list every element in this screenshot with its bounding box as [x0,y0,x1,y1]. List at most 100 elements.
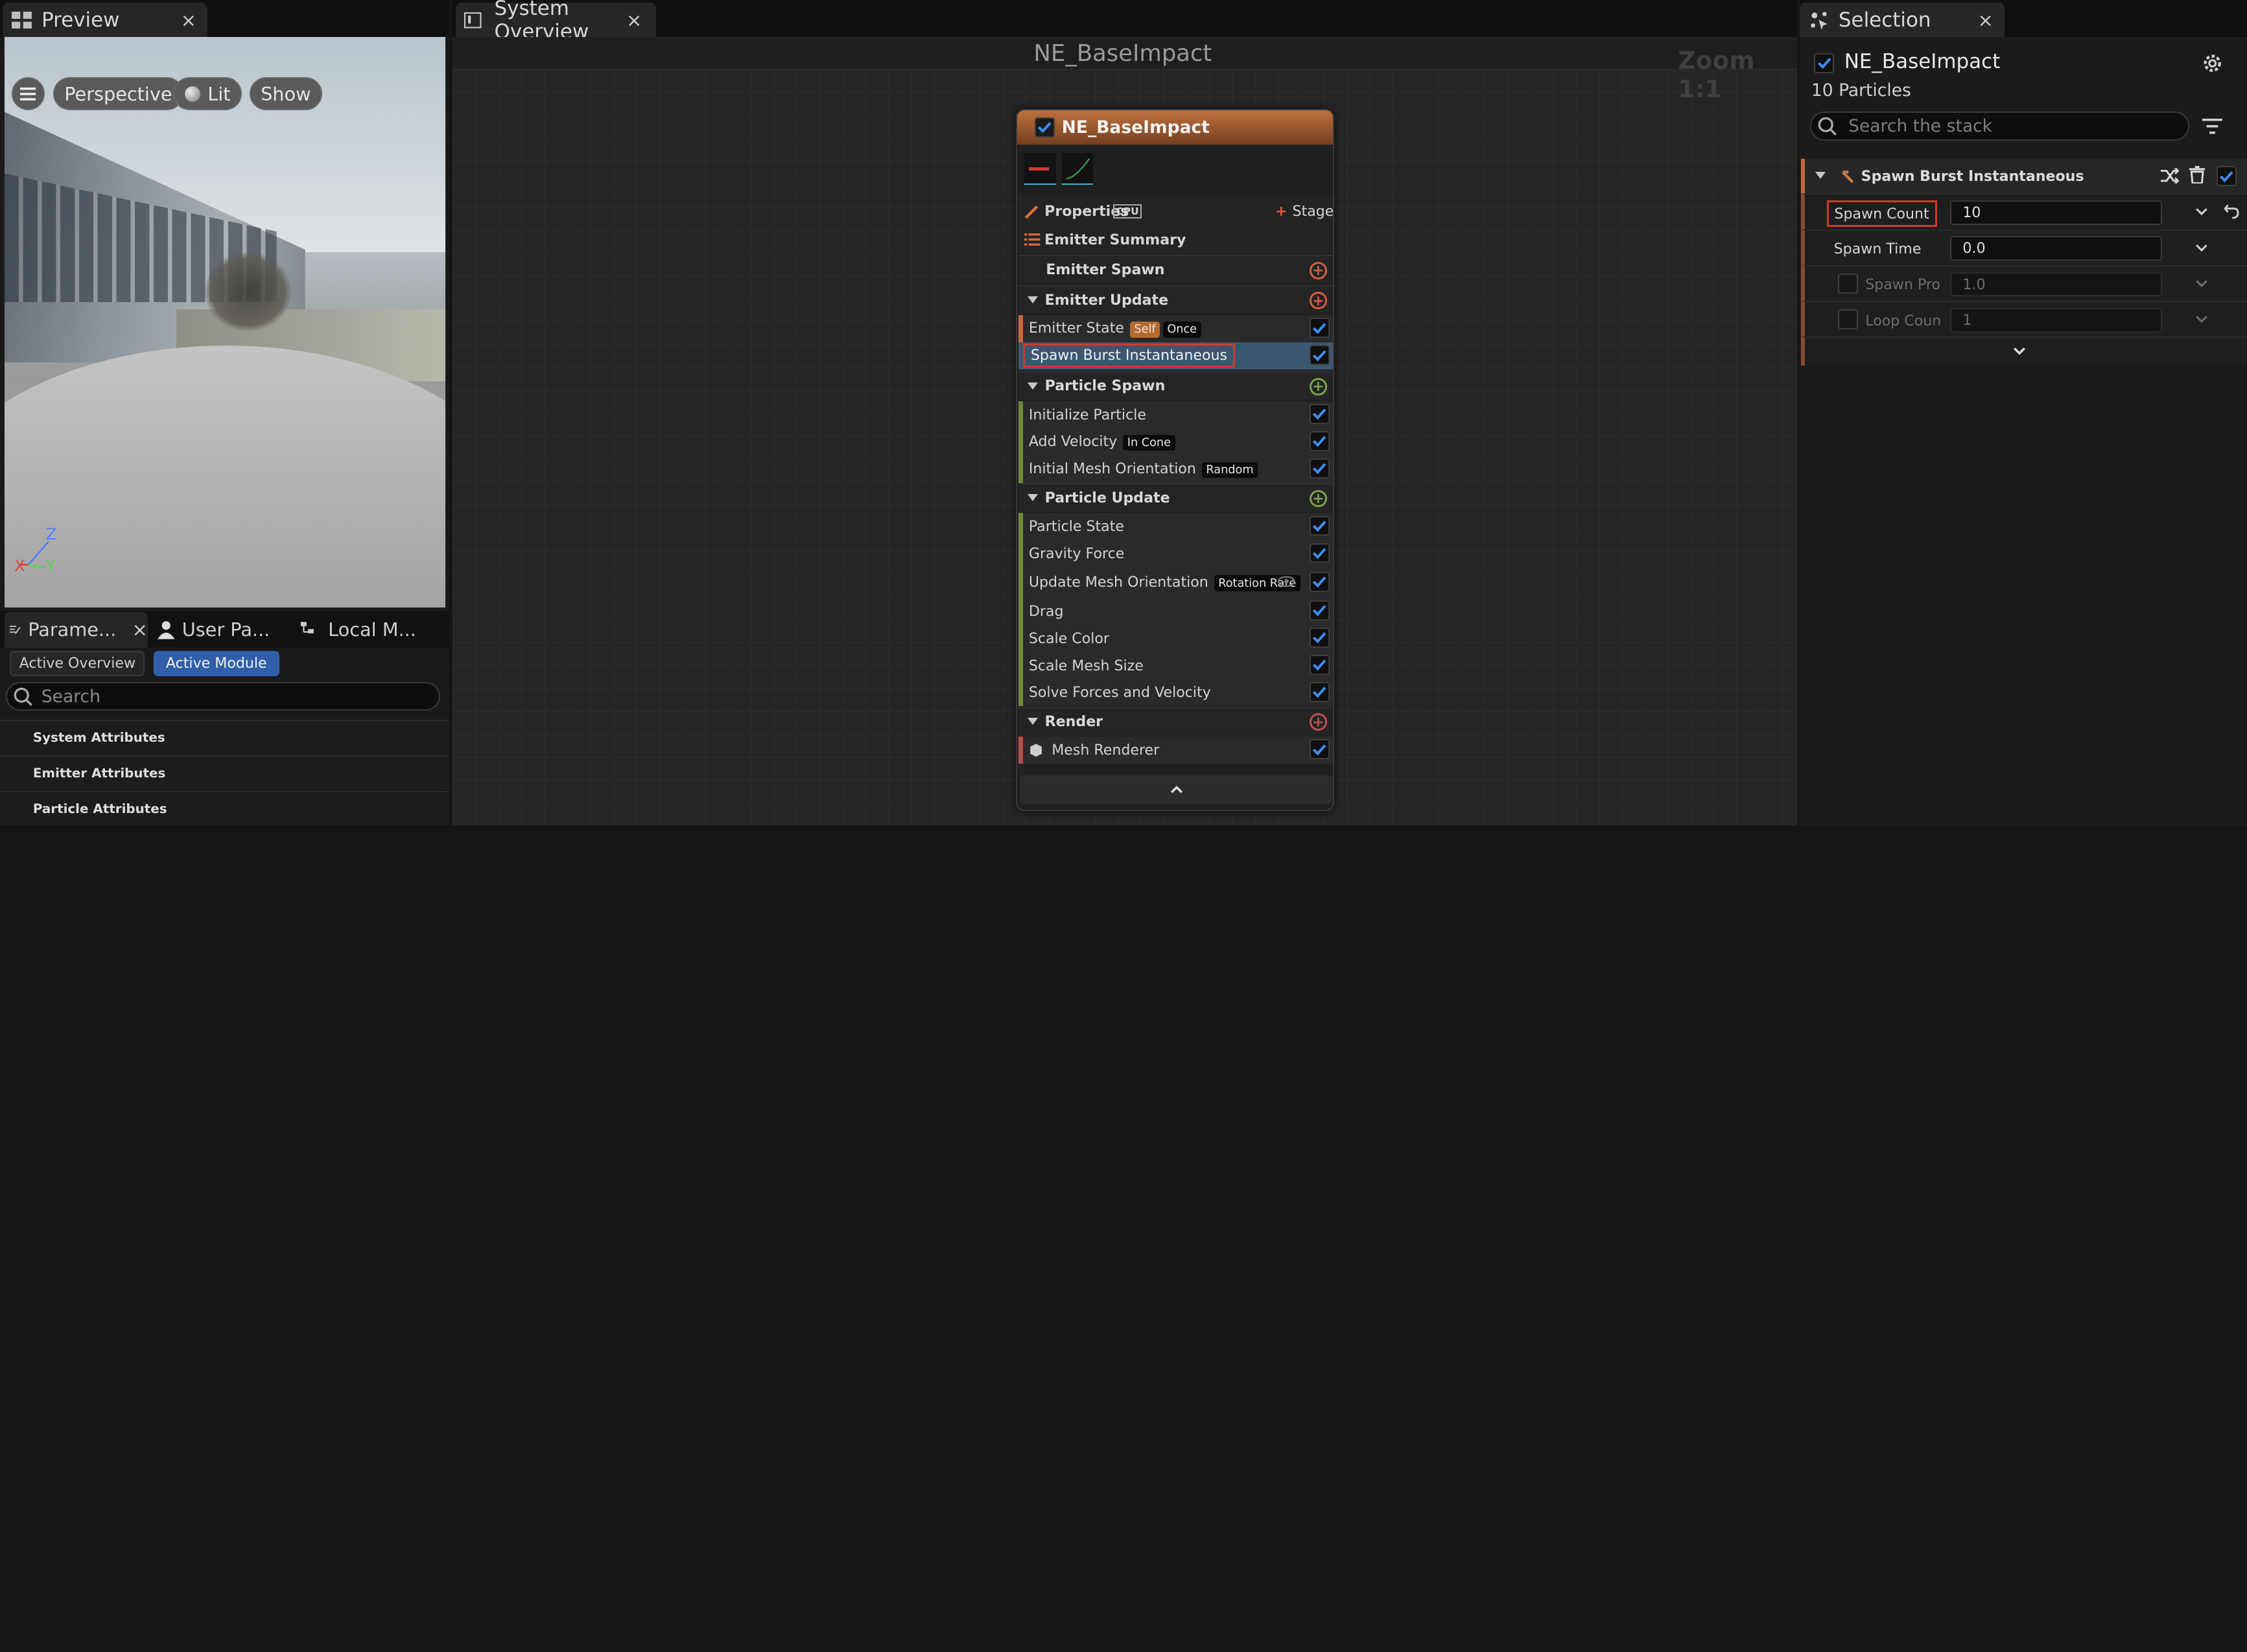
module-emitter-state[interactable]: Emitter State Self Once [1018,315,1333,343]
tab-user-parameters-label: User Pa... [182,619,270,641]
filter-icon[interactable] [2202,119,2223,134]
shuffle-icon[interactable] [2160,167,2180,183]
viewport-menu-button[interactable] [11,77,45,111]
module-enabled-checkbox[interactable] [1310,543,1330,563]
collapse-arrow-icon[interactable] [1815,172,1826,180]
module-initialize-particle[interactable]: Initialize Particle [1018,401,1333,429]
zoom-label: Zoom 1:1 [1678,45,1755,103]
checkmark-icon [1313,521,1326,532]
module-scale-mesh-size[interactable]: Scale Mesh Size [1018,652,1333,679]
add-module-icon[interactable]: + [1310,713,1327,731]
close-icon[interactable]: × [132,619,148,641]
emitter-update-section[interactable]: Emitter Update + [1018,285,1333,314]
module-mesh-renderer[interactable]: Mesh Renderer [1018,736,1333,764]
module-drag[interactable]: Drag [1018,597,1333,625]
tab-system-overview[interactable]: System Overview × [455,0,657,43]
gear-icon[interactable] [2201,52,2224,75]
add-module-icon[interactable]: + [1310,292,1327,309]
emitter-attributes-row[interactable]: Emitter Attributes [0,755,449,790]
parameters-search-input[interactable]: Search [5,682,440,711]
collapse-arrow-icon[interactable] [1027,494,1038,502]
particle-update-section[interactable]: Particle Update + [1018,482,1333,512]
chevron-down-icon[interactable] [2195,279,2208,288]
module-accent-bar [1018,455,1023,483]
add-module-icon[interactable]: + [1310,490,1327,508]
module-scale-color[interactable]: Scale Color [1018,624,1333,652]
emitter-node[interactable]: NE_BaseImpact Properties CPU + Stage Emi… [1016,108,1334,812]
emitter-enabled-checkbox[interactable] [1034,117,1055,137]
checkmark-icon [1313,349,1326,362]
module-enabled-checkbox[interactable] [2216,166,2237,187]
system-overview-graph[interactable]: System Overview × NE_BaseImpact Zoom 1:1… [453,0,1797,826]
stage-button[interactable]: Stage [1293,203,1333,220]
stack-search-input[interactable]: Search the stack [1809,112,2190,141]
tab-parameters[interactable]: Parame... × [4,611,148,648]
particle-spawn-section[interactable]: Particle Spawn + [1018,371,1333,400]
collapse-arrow-icon[interactable] [1027,296,1038,304]
module-gravity-force[interactable]: Gravity Force [1018,540,1333,568]
pencil-icon [1024,205,1039,219]
module-add-velocity[interactable]: Add Velocity In Cone [1018,428,1333,456]
close-icon[interactable]: × [626,9,642,31]
module-particle-state[interactable]: Particle State [1018,513,1333,541]
reset-icon[interactable] [2224,204,2239,219]
collapse-arrow-icon[interactable] [1027,382,1038,390]
chevron-down-icon[interactable] [2195,207,2208,216]
module-enabled-checkbox[interactable] [1310,431,1330,452]
tab-user-parameters[interactable]: User Pa... [158,612,270,648]
render-section[interactable]: Render + [1018,706,1333,735]
close-icon[interactable]: × [181,9,196,31]
collapse-arrow-icon[interactable] [1027,718,1038,726]
collapse-node-button[interactable] [1020,775,1333,804]
particle-attributes-row[interactable]: Particle Attributes [0,791,449,826]
lit-button[interactable]: Lit [173,77,242,111]
module-header-spawn-burst[interactable]: Spawn Burst Instantaneous [1801,159,2247,194]
param-override-checkbox[interactable] [1838,273,1859,294]
trash-icon[interactable] [2189,166,2206,183]
module-enabled-checkbox[interactable] [1310,318,1330,338]
chevron-down-icon[interactable] [2195,315,2208,324]
module-enabled-checkbox[interactable] [1310,404,1330,425]
emitter-node-header[interactable]: NE_BaseImpact [1017,110,1333,145]
module-enabled-checkbox[interactable] [1310,345,1330,366]
tab-preview[interactable]: Preview × [3,3,208,38]
module-enabled-checkbox[interactable] [1310,627,1330,648]
active-module-button[interactable]: Active Module [153,650,279,677]
module-enabled-checkbox[interactable] [1310,654,1330,675]
module-enabled-checkbox[interactable] [1310,681,1330,702]
spawn-count-input[interactable]: 10 [1949,200,2162,225]
close-icon[interactable]: × [1978,9,1994,31]
thumbnail-sprite[interactable] [1024,153,1056,185]
show-button[interactable]: Show [249,77,323,111]
param-override-checkbox[interactable] [1838,309,1859,330]
module-enabled-checkbox[interactable] [1310,458,1330,479]
module-enabled-checkbox[interactable] [1310,571,1330,592]
properties-row[interactable]: Properties CPU + Stage [1018,197,1333,225]
module-spawn-burst[interactable]: Spawn Burst Instantaneous [1018,342,1333,370]
spawn-time-input[interactable]: 0.0 [1949,236,2162,261]
spawn-probability-input[interactable]: 1.0 [1949,272,2162,297]
thumbnail-curve[interactable] [1061,153,1094,185]
eye-icon[interactable] [1278,576,1295,587]
add-module-icon[interactable]: + [1310,378,1327,395]
module-update-mesh-orientation[interactable]: Update Mesh Orientation Rotation Rate [1018,567,1333,598]
chevron-down-icon[interactable] [2195,244,2208,252]
chevron-down-icon[interactable] [2013,347,2026,355]
add-module-icon[interactable]: + [1310,262,1327,279]
module-solve-forces[interactable]: Solve Forces and Velocity [1018,679,1333,707]
emitter-enabled-checkbox[interactable] [1814,53,1835,73]
tab-selection[interactable]: Selection × [1800,3,2005,38]
loop-count-input[interactable]: 1 [1949,308,2162,333]
preview-viewport[interactable]: Perspective Lit Show Z X Y [4,37,446,608]
module-enabled-checkbox[interactable] [1310,515,1330,536]
emitter-summary-row[interactable]: Emitter Summary [1018,226,1333,254]
module-enabled-checkbox[interactable] [1310,739,1330,760]
show-advanced-row[interactable] [1801,336,2247,366]
emitter-spawn-section[interactable]: Emitter Spawn + [1018,255,1333,284]
tab-local-modules[interactable]: Local M... [301,612,416,648]
active-overview-button[interactable]: Active Overview [10,650,145,677]
perspective-button[interactable]: Perspective [53,77,184,111]
module-initial-mesh-orientation[interactable]: Initial Mesh Orientation Random [1018,455,1333,483]
system-attributes-row[interactable]: System Attributes [0,719,449,754]
module-enabled-checkbox[interactable] [1310,600,1330,620]
